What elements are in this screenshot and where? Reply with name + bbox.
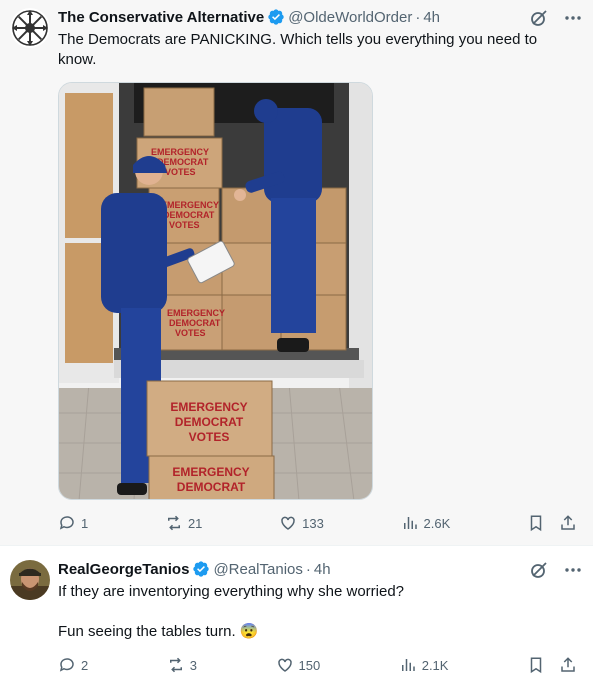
tweet-header: RealGeorgeTanios @RealTanios · 4h — [58, 559, 583, 579]
view-count: 2.6K — [423, 515, 451, 531]
reply-icon — [59, 516, 74, 530]
reply-icon — [59, 658, 74, 672]
reply-count: 1 — [81, 515, 89, 531]
tweet-photo[interactable]: EMERGENCY DEMOCRAT VOTES EMERGENCY DEMOCRAT… — [58, 82, 373, 500]
svg-text:DEMOCRAT: DEMOCRAT — [163, 210, 215, 220]
box-label-line-5: DEMOCRAT — [177, 480, 246, 494]
tweet-text: The Democrats are PANICKING. Which tells… — [58, 30, 573, 70]
verified-badge-icon — [192, 560, 210, 578]
like-count: 150 — [298, 657, 321, 673]
bookmark-icon[interactable] — [527, 656, 545, 674]
timestamp[interactable]: 4h — [314, 561, 331, 578]
tweet-text-line-1: If they are inventorying everything why … — [58, 583, 405, 600]
views-button[interactable]: 2.6K — [401, 514, 451, 532]
views-button[interactable]: 2.1K — [399, 656, 449, 674]
separator-dot: · — [415, 8, 421, 26]
like-button[interactable]: 133 — [279, 514, 324, 532]
views-icon — [403, 517, 417, 529]
reply-count: 2 — [81, 657, 89, 673]
tweet-text-body: The Democrats are PANICKING. Which tells… — [58, 31, 538, 68]
svg-text:VOTES: VOTES — [165, 167, 196, 177]
header-actions — [529, 8, 583, 28]
timestamp[interactable]: 4h — [423, 9, 440, 26]
author-name[interactable]: The Conservative Alternative — [58, 9, 264, 26]
grok-icon[interactable] — [529, 8, 549, 28]
like-count: 133 — [302, 515, 324, 531]
tweet-header: The Conservative Alternative @OldeWorldO… — [58, 7, 583, 27]
header-actions — [529, 560, 583, 580]
tweet-2[interactable]: RealGeorgeTanios @RealTanios · 4h If the… — [0, 545, 593, 681]
view-count: 2.1K — [421, 657, 449, 673]
more-icon[interactable] — [563, 8, 583, 28]
box-label-line-4: EMERGENCY — [172, 465, 249, 479]
tweet-1[interactable]: The Conservative Alternative @OldeWorldO… — [0, 0, 593, 545]
verified-badge-icon — [267, 8, 285, 26]
fearful-face-emoji: 😨 — [239, 623, 259, 640]
box-label-line-1: EMERGENCY — [170, 400, 247, 414]
repost-button[interactable]: 3 — [167, 656, 197, 674]
bookmark-share-group — [527, 514, 577, 532]
svg-text:VOTES: VOTES — [175, 328, 206, 338]
repost-count: 3 — [189, 657, 197, 673]
author-handle[interactable]: @RealTanios — [213, 561, 302, 578]
tweet-text-line-2: Fun seeing the tables turn. 😨 — [58, 622, 573, 642]
box-label-line-2: DEMOCRAT — [175, 415, 244, 429]
views-icon — [401, 659, 415, 671]
share-icon[interactable] — [559, 656, 577, 674]
like-icon — [281, 516, 295, 530]
repost-button[interactable]: 21 — [165, 514, 202, 532]
bookmark-icon[interactable] — [527, 514, 545, 532]
reply-button[interactable]: 2 — [58, 656, 88, 674]
like-button[interactable]: 150 — [276, 656, 321, 674]
svg-text:DEMOCRAT: DEMOCRAT — [169, 318, 221, 328]
avatar-conservative-alternative[interactable] — [10, 8, 50, 48]
tweet-text-line-2-body: Fun seeing the tables turn. — [58, 623, 236, 640]
more-icon[interactable] — [563, 560, 583, 580]
svg-text:EMERGENCY: EMERGENCY — [161, 200, 219, 210]
svg-text:EMERGENCY: EMERGENCY — [167, 308, 225, 318]
share-icon[interactable] — [559, 514, 577, 532]
avatar-realgeorgetanios[interactable] — [10, 560, 50, 600]
tweet-actions: 2 3 150 2.1K — [58, 654, 577, 676]
separator-dot: · — [305, 560, 311, 578]
repost-icon — [167, 515, 180, 531]
author-handle[interactable]: @OldeWorldOrder — [288, 9, 412, 26]
reply-button[interactable]: 1 — [58, 514, 88, 532]
like-icon — [277, 658, 292, 672]
bookmark-share-group — [527, 656, 577, 674]
repost-count: 21 — [187, 515, 203, 531]
grok-icon[interactable] — [529, 560, 549, 580]
repost-icon — [169, 657, 182, 673]
author-name[interactable]: RealGeorgeTanios — [58, 561, 189, 578]
tweet-text: If they are inventorying everything why … — [58, 582, 573, 642]
svg-text:EMERGENCY: EMERGENCY — [151, 147, 209, 157]
tweet-actions: 1 21 133 2.6K — [58, 512, 577, 534]
svg-text:VOTES: VOTES — [169, 220, 200, 230]
box-label-line-3: VOTES — [189, 430, 230, 444]
